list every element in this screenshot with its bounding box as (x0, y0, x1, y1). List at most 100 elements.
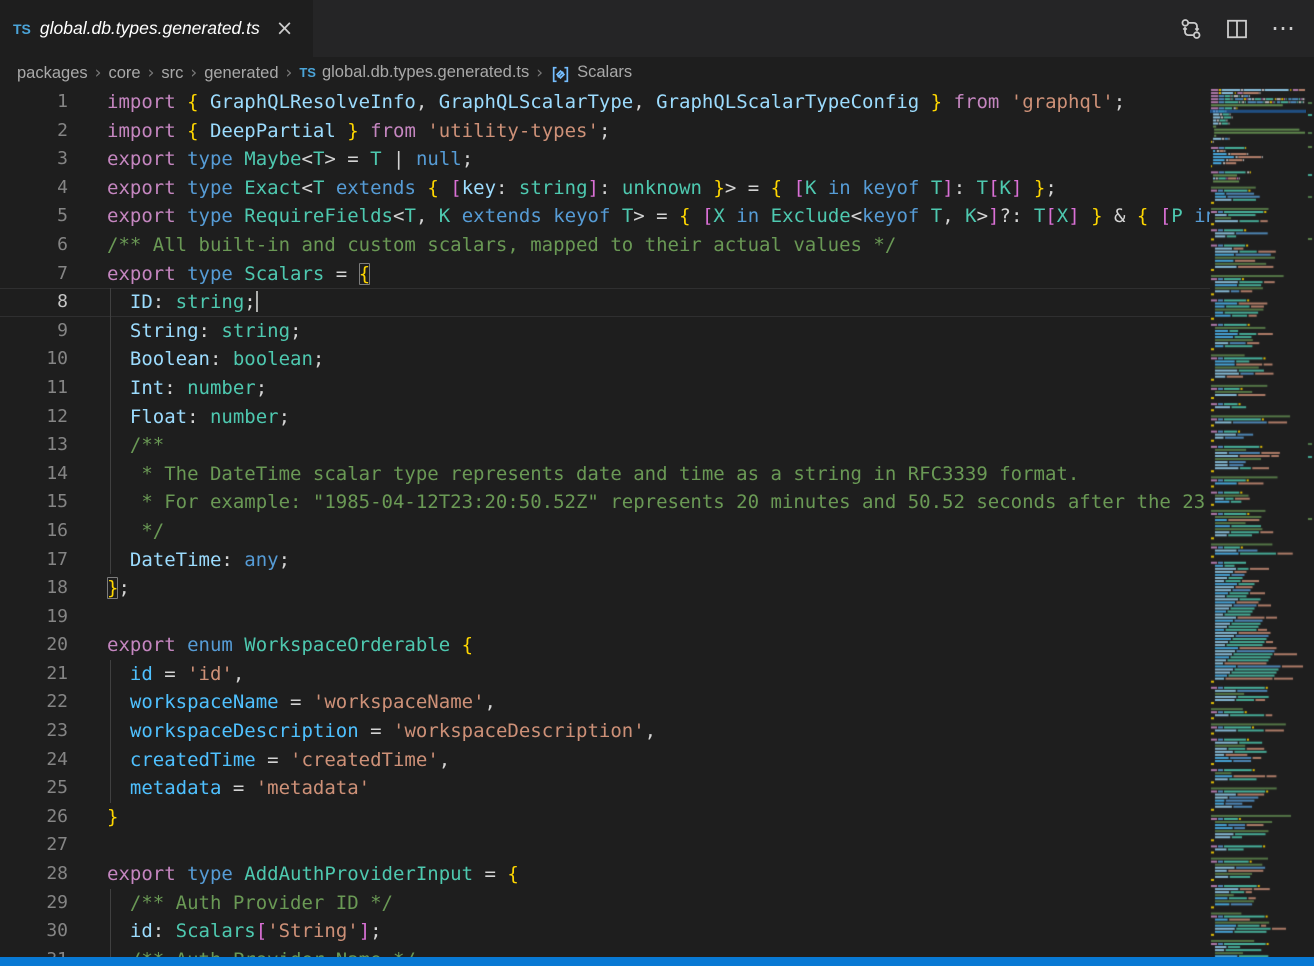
code-line[interactable]: 16 */ (0, 517, 1210, 546)
line-number[interactable]: 28 (0, 860, 68, 889)
line-number[interactable]: 24 (0, 746, 68, 775)
code-line[interactable]: 28 export type AddAuthProviderInput = { (0, 860, 1210, 889)
code-line[interactable]: 22 workspaceName = 'workspaceName', (0, 688, 1210, 717)
line-number[interactable]: 17 (0, 546, 68, 575)
breadcrumb-item-symbol[interactable]: Scalars (577, 63, 632, 82)
code-line[interactable]: 27 (0, 831, 1210, 860)
line-number[interactable]: 19 (0, 603, 68, 632)
line-number[interactable]: 25 (0, 774, 68, 803)
code-line[interactable]: 4export type Exact<T extends { [key: str… (0, 174, 1210, 203)
code-line[interactable]: 14 * The DateTime scalar type represents… (0, 460, 1210, 489)
more-actions-icon[interactable]: ⋯ (1268, 14, 1298, 44)
breadcrumb-item-generated[interactable]: generated (204, 64, 278, 82)
code-line[interactable]: 20export enum WorkspaceOrderable { (0, 631, 1210, 660)
line-content: export type Scalars = { (107, 260, 370, 289)
line-content: DateTime: any; (107, 546, 290, 575)
line-number[interactable]: 9 (0, 317, 68, 346)
code-line[interactable]: 1import { GraphQLResolveInfo, GraphQLSca… (0, 88, 1210, 117)
line-number[interactable]: 15 (0, 488, 68, 517)
line-content: export type Maybe<T> = T | null; (107, 145, 473, 174)
line-number[interactable]: 7 (0, 260, 68, 289)
code-line[interactable]: 29 /** Auth Provider ID */ (0, 889, 1210, 918)
code-line[interactable]: 2import { DeepPartial } from 'utility-ty… (0, 117, 1210, 146)
close-tab-icon[interactable]: × (276, 18, 294, 39)
line-number[interactable]: 6 (0, 231, 68, 260)
line-number[interactable]: 12 (0, 403, 68, 432)
typescript-file-icon: TS (13, 21, 31, 37)
code-editor[interactable]: 1import { GraphQLResolveInfo, GraphQLSca… (0, 88, 1210, 966)
line-number[interactable]: 10 (0, 345, 68, 374)
line-content: id = 'id', (107, 660, 244, 689)
code-line[interactable]: 24 createdTime = 'createdTime', (0, 746, 1210, 775)
chevron-right-icon: › (190, 63, 197, 83)
line-content: Int: number; (107, 374, 267, 403)
line-content: export type AddAuthProviderInput = { (107, 860, 519, 889)
line-number[interactable]: 5 (0, 202, 68, 231)
code-line[interactable]: 15 * For example: "1985-04-12T23:20:50.5… (0, 488, 1210, 517)
line-content: } (107, 803, 118, 832)
chevron-right-icon: › (536, 63, 543, 83)
code-line[interactable]: 26} (0, 803, 1210, 832)
line-number[interactable]: 26 (0, 803, 68, 832)
chevron-right-icon: › (95, 63, 102, 83)
code-line[interactable]: 10 Boolean: boolean; (0, 345, 1210, 374)
split-editor-icon[interactable] (1222, 14, 1252, 44)
status-bar-edge (0, 957, 1314, 966)
line-number[interactable]: 30 (0, 917, 68, 946)
line-number[interactable]: 1 (0, 88, 68, 117)
code-line[interactable]: 11 Int: number; (0, 374, 1210, 403)
code-line[interactable]: 8 ID: string; (0, 288, 1210, 317)
code-line[interactable]: 13 /** (0, 431, 1210, 460)
breadcrumb-folders: packages›core›src›generated› (17, 63, 299, 83)
line-number[interactable]: 11 (0, 374, 68, 403)
line-number[interactable]: 20 (0, 631, 68, 660)
line-number[interactable]: 23 (0, 717, 68, 746)
line-content: id: Scalars['String']; (107, 917, 382, 946)
line-content: ID: string; (107, 288, 258, 317)
line-content: workspaceDescription = 'workspaceDescrip… (107, 717, 656, 746)
vscode-window: TS global.db.types.generated.ts × ⋯ (0, 0, 1314, 966)
tab-global-db-types-generated[interactable]: TS global.db.types.generated.ts × (0, 0, 313, 57)
code-line[interactable]: 18}; (0, 574, 1210, 603)
line-content: String: string; (107, 317, 302, 346)
code-line[interactable]: 25 metadata = 'metadata' (0, 774, 1210, 803)
line-content: * For example: "1985-04-12T23:20:50.52Z"… (107, 488, 1205, 517)
breadcrumb-item-src[interactable]: src (161, 64, 183, 82)
code-line[interactable]: 19 (0, 603, 1210, 632)
line-content: Boolean: boolean; (107, 345, 324, 374)
editor-actions: ⋯ (1176, 0, 1314, 57)
line-content: /** Auth Provider ID */ (107, 889, 393, 918)
line-number[interactable]: 29 (0, 889, 68, 918)
breadcrumb-item-packages[interactable]: packages (17, 64, 88, 82)
code-line[interactable]: 6/** All built-in and custom scalars, ma… (0, 231, 1210, 260)
code-line[interactable]: 30 id: Scalars['String']; (0, 917, 1210, 946)
code-line[interactable]: 3 export type Maybe<T> = T | null; (0, 145, 1210, 174)
line-number[interactable]: 27 (0, 831, 68, 860)
breadcrumb-item-core[interactable]: core (108, 64, 140, 82)
line-number[interactable]: 18 (0, 574, 68, 603)
code-line[interactable]: 5export type RequireFields<T, K extends … (0, 202, 1210, 231)
line-number[interactable]: 4 (0, 174, 68, 203)
code-line[interactable]: 21 id = 'id', (0, 660, 1210, 689)
breadcrumb-item-file[interactable]: global.db.types.generated.ts (322, 63, 529, 82)
line-number[interactable]: 13 (0, 431, 68, 460)
minimap[interactable] (1210, 88, 1306, 957)
line-content: Float: number; (107, 403, 290, 432)
line-number[interactable]: 8 (0, 288, 68, 317)
line-number[interactable]: 14 (0, 460, 68, 489)
tab-bar: TS global.db.types.generated.ts × (0, 0, 1314, 57)
line-number[interactable]: 21 (0, 660, 68, 689)
line-number[interactable]: 22 (0, 688, 68, 717)
code-line[interactable]: 12 Float: number; (0, 403, 1210, 432)
typescript-file-icon: TS (299, 65, 316, 80)
line-number[interactable]: 16 (0, 517, 68, 546)
code-line[interactable]: 23 workspaceDescription = 'workspaceDesc… (0, 717, 1210, 746)
code-line[interactable]: 7 export type Scalars = { (0, 260, 1210, 289)
overview-ruler[interactable] (1306, 88, 1314, 957)
code-line[interactable]: 17 DateTime: any; (0, 546, 1210, 575)
line-number[interactable]: 3 (0, 145, 68, 174)
line-content: metadata = 'metadata' (107, 774, 370, 803)
open-changes-icon[interactable] (1176, 14, 1206, 44)
line-number[interactable]: 2 (0, 117, 68, 146)
code-line[interactable]: 9 String: string; (0, 317, 1210, 346)
